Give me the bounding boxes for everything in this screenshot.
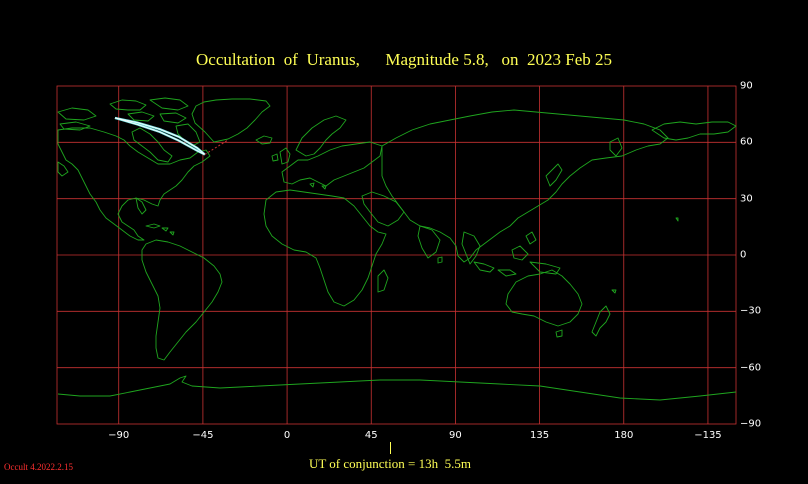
coast-arabia: [361, 191, 405, 227]
x-tick-label: 45: [364, 430, 378, 441]
x-tick-label: 0: [283, 430, 291, 441]
y-tick-label: 0: [740, 249, 747, 261]
coast-antarctica: [57, 375, 737, 401]
coast-se-asia: [461, 231, 481, 265]
coast-alaska-east: [651, 121, 737, 141]
coast-indonesia: [473, 231, 561, 277]
coast-tasmania: [555, 329, 563, 338]
path-south-limit: [114, 117, 205, 155]
grid-lines: [56, 85, 737, 425]
coast-greenland: [191, 98, 271, 143]
x-tick-label: −135: [694, 430, 722, 441]
y-tick-label: 30: [740, 193, 753, 205]
conjunction-label: UT of conjunction = 13h 5.5m: [308, 456, 471, 471]
coast-madagascar: [377, 269, 389, 293]
coast-scandinavia: [295, 115, 347, 157]
coast-asia: [381, 109, 669, 263]
x-tick-label: −45: [192, 430, 214, 441]
conjunction-marker: [389, 442, 391, 454]
coastlines: [57, 97, 737, 401]
coast-caribbean: [145, 223, 175, 236]
occultation-path: [114, 116, 228, 156]
software-version: Occult 4.2022.2.15: [4, 462, 73, 472]
path-north-limit: [114, 117, 206, 155]
x-tick-label: 135: [530, 430, 550, 441]
coast-arctic-islands: [57, 97, 189, 131]
y-tick-label: 60: [740, 136, 753, 148]
path-south-limit-glow: [114, 116, 206, 156]
coast-iceland: [255, 135, 273, 145]
path-north-limit-glow: [114, 116, 206, 156]
x-tick-label: −90: [108, 430, 130, 441]
y-tick-label: 90: [740, 80, 753, 92]
y-tick-label: −90: [740, 418, 762, 430]
coast-med-islands: [309, 182, 327, 190]
y-tick-label: −60: [740, 362, 762, 374]
x-tick-label: 90: [449, 430, 462, 441]
coast-new-zealand: [591, 305, 611, 337]
world-map: [56, 85, 737, 425]
coast-africa: [263, 189, 387, 307]
coast-kamchatka: [609, 137, 623, 157]
x-tick-label: 180: [614, 430, 634, 441]
coast-australia: [505, 269, 583, 327]
coast-south-america: [141, 239, 223, 361]
coast-sri-lanka: [437, 256, 443, 264]
coast-alaska: [57, 161, 69, 177]
coast-pacific-islands: [611, 217, 679, 294]
y-tick-label: −30: [740, 305, 762, 317]
coast-japan: [545, 163, 563, 187]
